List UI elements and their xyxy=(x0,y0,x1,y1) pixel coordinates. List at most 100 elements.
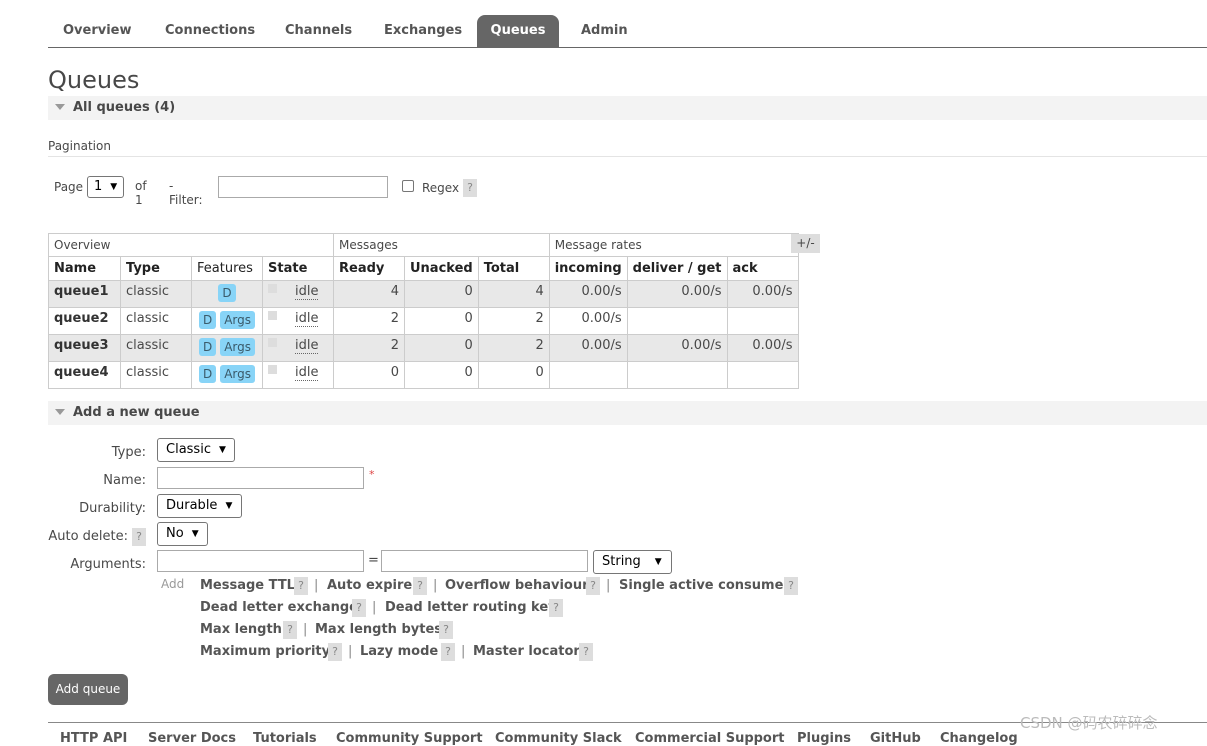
col-ack[interactable]: ack xyxy=(726,256,799,281)
arg-overflow-behaviour-link[interactable]: Overflow behaviour xyxy=(445,578,589,593)
page-of-label: of 1 xyxy=(135,179,147,207)
pagination-divider xyxy=(48,156,1207,157)
filter-input[interactable] xyxy=(218,176,388,198)
arguments-label: Arguments: xyxy=(70,557,146,572)
chevron-down-icon: ▼ xyxy=(191,529,199,539)
auto-delete-select[interactable]: No ▼ xyxy=(157,522,208,546)
max-length-bytes-help-icon[interactable]: ? xyxy=(439,621,453,639)
tab-admin[interactable]: Admin xyxy=(566,15,643,47)
table-row: queue1 classic Didle 4 0 4 0.00/s 0.00/s 0.00/s xyxy=(48,280,799,308)
footer-plugins-link[interactable]: Plugins xyxy=(797,731,851,746)
dead-letter-routing-key-help-icon[interactable]: ? xyxy=(549,599,563,617)
single-active-consumer-help-icon[interactable]: ? xyxy=(784,577,798,595)
argument-value-input[interactable] xyxy=(381,550,588,572)
arg-max-length-link[interactable]: Max length xyxy=(200,622,282,637)
message-ttl-help-icon[interactable]: ? xyxy=(294,577,308,595)
arg-auto-expire-link[interactable]: Auto expire xyxy=(327,578,412,593)
add-queue-button[interactable]: Add queue xyxy=(48,674,128,705)
arg-maximum-priority-link[interactable]: Maximum priority xyxy=(200,644,330,659)
argument-type-select[interactable]: String ▼ xyxy=(593,550,672,574)
overflow-behaviour-help-icon[interactable]: ? xyxy=(586,577,600,595)
feature-badge: Args xyxy=(220,311,256,329)
page-label: Page xyxy=(54,180,84,194)
page-select-value: 1 xyxy=(94,179,103,194)
name-label: Name: xyxy=(103,473,146,488)
chevron-down-icon: ▼ xyxy=(110,182,118,192)
feature-badge: D xyxy=(198,311,217,329)
unacked-count-cell: 0 xyxy=(404,280,479,308)
type-select-value: Classic xyxy=(166,442,211,457)
add-queue-header[interactable]: Add a new queue xyxy=(48,401,1207,425)
collapse-triangle-icon xyxy=(55,409,65,415)
arg-single-active-consumer-link[interactable]: Single active consumer xyxy=(619,578,790,593)
arg-max-length-bytes-link[interactable]: Max length bytes xyxy=(315,622,442,637)
chevron-down-icon: ▼ xyxy=(654,557,662,567)
tab-overview[interactable]: Overview xyxy=(48,15,147,47)
tab-queues[interactable]: Queues xyxy=(477,15,559,47)
queue-name-link[interactable]: queue1 xyxy=(48,280,121,308)
queue-name-link[interactable]: queue4 xyxy=(48,361,121,389)
queue-state-cell: idle xyxy=(262,334,334,362)
unacked-count-cell: 0 xyxy=(404,334,479,362)
table-row: queue4 classic D Args idle 0 0 0 xyxy=(48,361,799,389)
auto-expire-help-icon[interactable]: ? xyxy=(413,577,427,595)
arg-dead-letter-exchange-link[interactable]: Dead letter exchange xyxy=(200,600,358,615)
arg-dead-letter-routing-key-link[interactable]: Dead letter routing key xyxy=(385,600,557,615)
table-header-row: Name Type Features State Ready Unacked T… xyxy=(48,256,799,281)
group-overview: Overview xyxy=(48,233,334,257)
separator: | xyxy=(303,622,308,637)
argument-key-input[interactable] xyxy=(157,550,364,572)
queue-name-link[interactable]: queue2 xyxy=(48,307,121,335)
footer-github-link[interactable]: GitHub xyxy=(870,731,921,746)
add-argument-link[interactable]: Add xyxy=(161,577,184,591)
all-queues-header[interactable]: All queues (4) xyxy=(48,96,1207,120)
tab-connections[interactable]: Connections xyxy=(150,15,270,47)
type-select[interactable]: Classic ▼ xyxy=(157,438,235,462)
queue-state-cell: idle xyxy=(262,361,334,389)
all-queues-title: All queues (4) xyxy=(73,100,176,115)
collapse-triangle-icon xyxy=(55,104,65,110)
footer-server-docs-link[interactable]: Server Docs xyxy=(148,731,236,746)
tab-channels[interactable]: Channels xyxy=(270,15,367,47)
queue-state-cell: idle xyxy=(262,280,334,308)
durability-select[interactable]: Durable ▼ xyxy=(157,494,242,518)
col-deliver-get[interactable]: deliver / get xyxy=(626,256,728,281)
col-total[interactable]: Total xyxy=(477,256,550,281)
required-marker: * xyxy=(369,468,375,481)
col-type[interactable]: Type xyxy=(120,256,192,281)
footer-changelog-link[interactable]: Changelog xyxy=(940,731,1018,746)
master-locator-help-icon[interactable]: ? xyxy=(579,643,593,661)
type-label: Type: xyxy=(111,445,146,460)
col-incoming[interactable]: incoming xyxy=(548,256,628,281)
footer-community-support-link[interactable]: Community Support xyxy=(336,731,483,746)
col-unacked[interactable]: Unacked xyxy=(404,256,479,281)
chevron-down-icon: ▼ xyxy=(218,445,226,455)
ready-count-cell: 2 xyxy=(333,334,405,362)
lazy-mode-help-icon[interactable]: ? xyxy=(441,643,455,661)
regex-help-icon[interactable]: ? xyxy=(463,179,477,197)
arg-master-locator-link[interactable]: Master locator xyxy=(473,644,580,659)
columns-toggle-button[interactable]: +/- xyxy=(791,234,820,253)
footer-community-slack-link[interactable]: Community Slack xyxy=(495,731,622,746)
max-length-help-icon[interactable]: ? xyxy=(283,621,297,639)
queue-name-link[interactable]: queue3 xyxy=(48,334,121,362)
arg-lazy-mode-link[interactable]: Lazy mode xyxy=(360,644,438,659)
auto-delete-select-value: No xyxy=(166,526,184,541)
dead-letter-exchange-help-icon[interactable]: ? xyxy=(352,599,366,617)
footer-tutorials-link[interactable]: Tutorials xyxy=(253,731,317,746)
maximum-priority-help-icon[interactable]: ? xyxy=(328,643,342,661)
queue-name-input[interactable] xyxy=(157,467,364,489)
footer-http-api-link[interactable]: HTTP API xyxy=(60,731,127,746)
queue-type-cell: classic xyxy=(120,307,192,335)
col-name[interactable]: Name xyxy=(48,256,121,281)
footer-commercial-support-link[interactable]: Commercial Support xyxy=(635,731,785,746)
col-ready[interactable]: Ready xyxy=(333,256,405,281)
col-state[interactable]: State xyxy=(262,256,334,281)
auto-delete-help-icon[interactable]: ? xyxy=(132,528,146,546)
regex-checkbox[interactable] xyxy=(402,180,414,192)
page-select[interactable]: 1 ▼ xyxy=(87,176,124,198)
arg-message-ttl-link[interactable]: Message TTL xyxy=(200,578,295,593)
state-indicator-icon xyxy=(268,338,277,347)
auto-delete-label: Auto delete: xyxy=(48,529,128,544)
tab-exchanges[interactable]: Exchanges xyxy=(369,15,477,47)
